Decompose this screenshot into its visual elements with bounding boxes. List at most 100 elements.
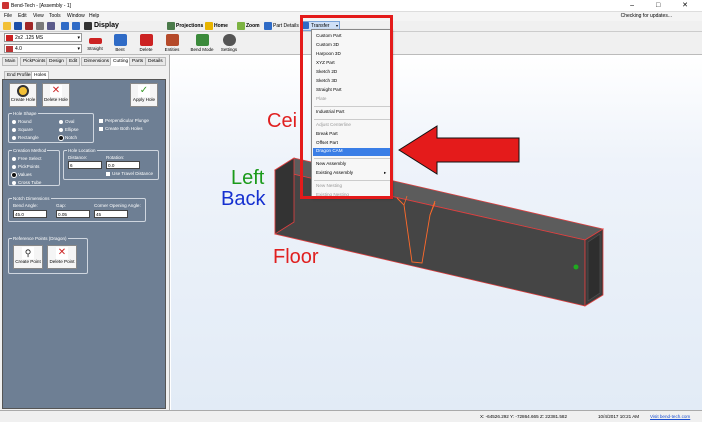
method-pickpoints-radio[interactable]: PickPoints xyxy=(12,164,39,169)
tube-icon xyxy=(6,35,13,41)
bent-button[interactable]: Bent xyxy=(109,33,131,54)
create-point-button[interactable]: ⚲ Create Point xyxy=(13,245,43,269)
window-controls[interactable]: – □ ✕ xyxy=(630,1,698,9)
shape-oval-radio[interactable]: Oval xyxy=(59,119,74,124)
corner-angle-input[interactable]: 45 xyxy=(94,210,128,218)
shape-notch-radio[interactable]: Notch xyxy=(59,135,77,140)
notch-dimensions-group: Notch Dimensions Bend Angle: 45.0 Gap: 0… xyxy=(8,196,146,222)
save-icon[interactable] xyxy=(14,22,22,30)
reference-points-group: Reference Points (Dragon) ⚲ Create Point… xyxy=(8,236,88,274)
left-view-label: Left xyxy=(231,167,265,189)
bend-angle-label: Bend Angle: xyxy=(13,203,38,208)
entities-button[interactable]: Entities xyxy=(161,33,183,54)
menu-window[interactable]: Window xyxy=(67,13,85,19)
method-values-radio[interactable]: Values xyxy=(12,172,32,177)
redo-icon[interactable] xyxy=(72,22,80,30)
zoom-button[interactable]: Zoom xyxy=(246,23,260,29)
projections-button[interactable]: Projections xyxy=(176,23,203,29)
tab-main[interactable]: Main xyxy=(2,57,19,66)
home-icon[interactable] xyxy=(205,22,213,30)
undo-icon[interactable] xyxy=(61,22,69,30)
distance-input[interactable]: 6 xyxy=(68,161,102,169)
zoom-icon[interactable] xyxy=(237,22,245,30)
create-hole-button[interactable]: Create Hole xyxy=(9,83,37,107)
menu-tools[interactable]: Tools xyxy=(49,13,61,19)
shape-ellipse-radio[interactable]: Ellipse xyxy=(59,127,79,132)
window-icon[interactable] xyxy=(47,22,55,30)
delete-point-button[interactable]: ✕ Delete Point xyxy=(47,245,77,269)
menu-view[interactable]: View xyxy=(33,13,44,19)
tube-model[interactable] xyxy=(171,55,702,410)
3d-viewport[interactable]: Cei Left Back Floor xyxy=(171,55,702,410)
radius-select[interactable]: 4.0 ▾ xyxy=(4,44,82,53)
tab-parts[interactable]: Parts xyxy=(129,57,147,66)
app-icon xyxy=(2,2,9,9)
window-title: Bend-Tech - [Assembly - 1] xyxy=(11,3,72,9)
create-both-holes-checkbox[interactable]: Create Both Holes xyxy=(99,126,143,131)
check-icon: ✓ xyxy=(138,85,150,97)
tab-details[interactable]: Details xyxy=(145,57,166,66)
gear-icon xyxy=(222,34,236,46)
export-icon[interactable] xyxy=(25,22,33,30)
bent-icon xyxy=(113,34,127,46)
rotation-label: Rotation: xyxy=(106,155,125,160)
distance-label: Distance: xyxy=(68,155,88,160)
chevron-down-icon: ▾ xyxy=(77,35,80,41)
bend-mode-icon xyxy=(195,34,209,46)
delete-button[interactable]: Delete xyxy=(135,33,157,54)
bend-angle-input[interactable]: 45.0 xyxy=(13,210,47,218)
tab-pickpoints[interactable]: PickPoints xyxy=(20,57,49,66)
use-travel-distance-checkbox[interactable]: Use Travel Distance xyxy=(106,171,153,176)
shape-square-radio[interactable]: Square xyxy=(12,127,33,132)
die-icon xyxy=(6,46,13,52)
website-link[interactable]: Visit bend-tech.com xyxy=(650,414,690,419)
reference-point-marker[interactable] xyxy=(573,264,579,270)
creation-method-group: Creation Method Free Select PickPoints V… xyxy=(8,148,60,186)
part-details-button[interactable]: Part Details xyxy=(273,23,299,29)
part-details-icon[interactable] xyxy=(264,22,272,30)
bend-mode-button[interactable]: Bend Mode xyxy=(189,33,215,54)
title-bar: Bend-Tech - [Assembly - 1] – □ ✕ xyxy=(0,0,702,12)
menu-file[interactable]: File xyxy=(4,13,12,19)
status-datetime: 10/4/2017 10:21 AM xyxy=(598,414,640,419)
display-button[interactable]: Display xyxy=(94,22,119,29)
print-icon[interactable] xyxy=(36,22,44,30)
gap-input[interactable]: 0.05 xyxy=(56,210,90,218)
holes-panel: Create Hole ✕ Delete Hole ✓ Apply Hole H… xyxy=(2,79,166,409)
home-button[interactable]: Home xyxy=(214,23,228,29)
minimize-button[interactable]: – xyxy=(630,2,644,9)
tab-design[interactable]: Design xyxy=(46,57,67,66)
shape-rectangle-radio[interactable]: Rectangle xyxy=(12,135,39,140)
close-button[interactable]: ✕ xyxy=(682,2,698,9)
rotation-input[interactable]: 0.0 xyxy=(106,161,140,169)
method-free-select-radio[interactable]: Free Select xyxy=(12,156,42,161)
menu-help[interactable]: Help xyxy=(89,13,99,19)
perpendicular-plunge-checkbox[interactable]: Perpendicular Plunge xyxy=(99,118,149,123)
status-bar: X: -64526.292 Y: -72864.665 Z: 22381.582… xyxy=(0,410,702,422)
tab-dimensions[interactable]: Dimensions xyxy=(81,57,113,66)
left-panel: Main PickPoints Design Edit Dimensions C… xyxy=(0,55,170,410)
annotation-arrow xyxy=(398,125,520,175)
delete-icon: ✕ xyxy=(50,85,62,97)
apply-hole-button[interactable]: ✓ Apply Hole xyxy=(130,83,158,107)
new-file-icon[interactable] xyxy=(3,22,11,30)
maximize-button[interactable]: □ xyxy=(656,2,670,9)
cursor-coordinates: X: -64526.292 Y: -72864.665 Z: 22381.582 xyxy=(480,414,568,419)
corner-angle-label: Corner Opening Angle: xyxy=(94,203,141,208)
tab-edit[interactable]: Edit xyxy=(66,57,81,66)
delete-icon xyxy=(139,34,153,46)
straight-button[interactable]: Straight xyxy=(84,33,106,54)
menu-edit[interactable]: Edit xyxy=(18,13,27,19)
display-icon[interactable] xyxy=(84,22,92,30)
method-cross-tube-radio[interactable]: Cross Tube xyxy=(12,180,42,185)
annotation-highlight-box xyxy=(300,15,393,199)
hole-shape-group: Hole Shape Round Square Rectangle Oval E… xyxy=(8,111,94,143)
entities-icon xyxy=(165,34,179,46)
material-select[interactable]: 2x2 .125 MS ▾ xyxy=(4,33,82,42)
projections-icon[interactable] xyxy=(167,22,175,30)
delete-hole-button[interactable]: ✕ Delete Hole xyxy=(42,83,70,107)
shape-round-radio[interactable]: Round xyxy=(12,119,32,124)
ceiling-view-label: Cei xyxy=(267,110,298,132)
gap-label: Gap: xyxy=(56,203,66,208)
settings-button[interactable]: Settings xyxy=(217,33,241,54)
